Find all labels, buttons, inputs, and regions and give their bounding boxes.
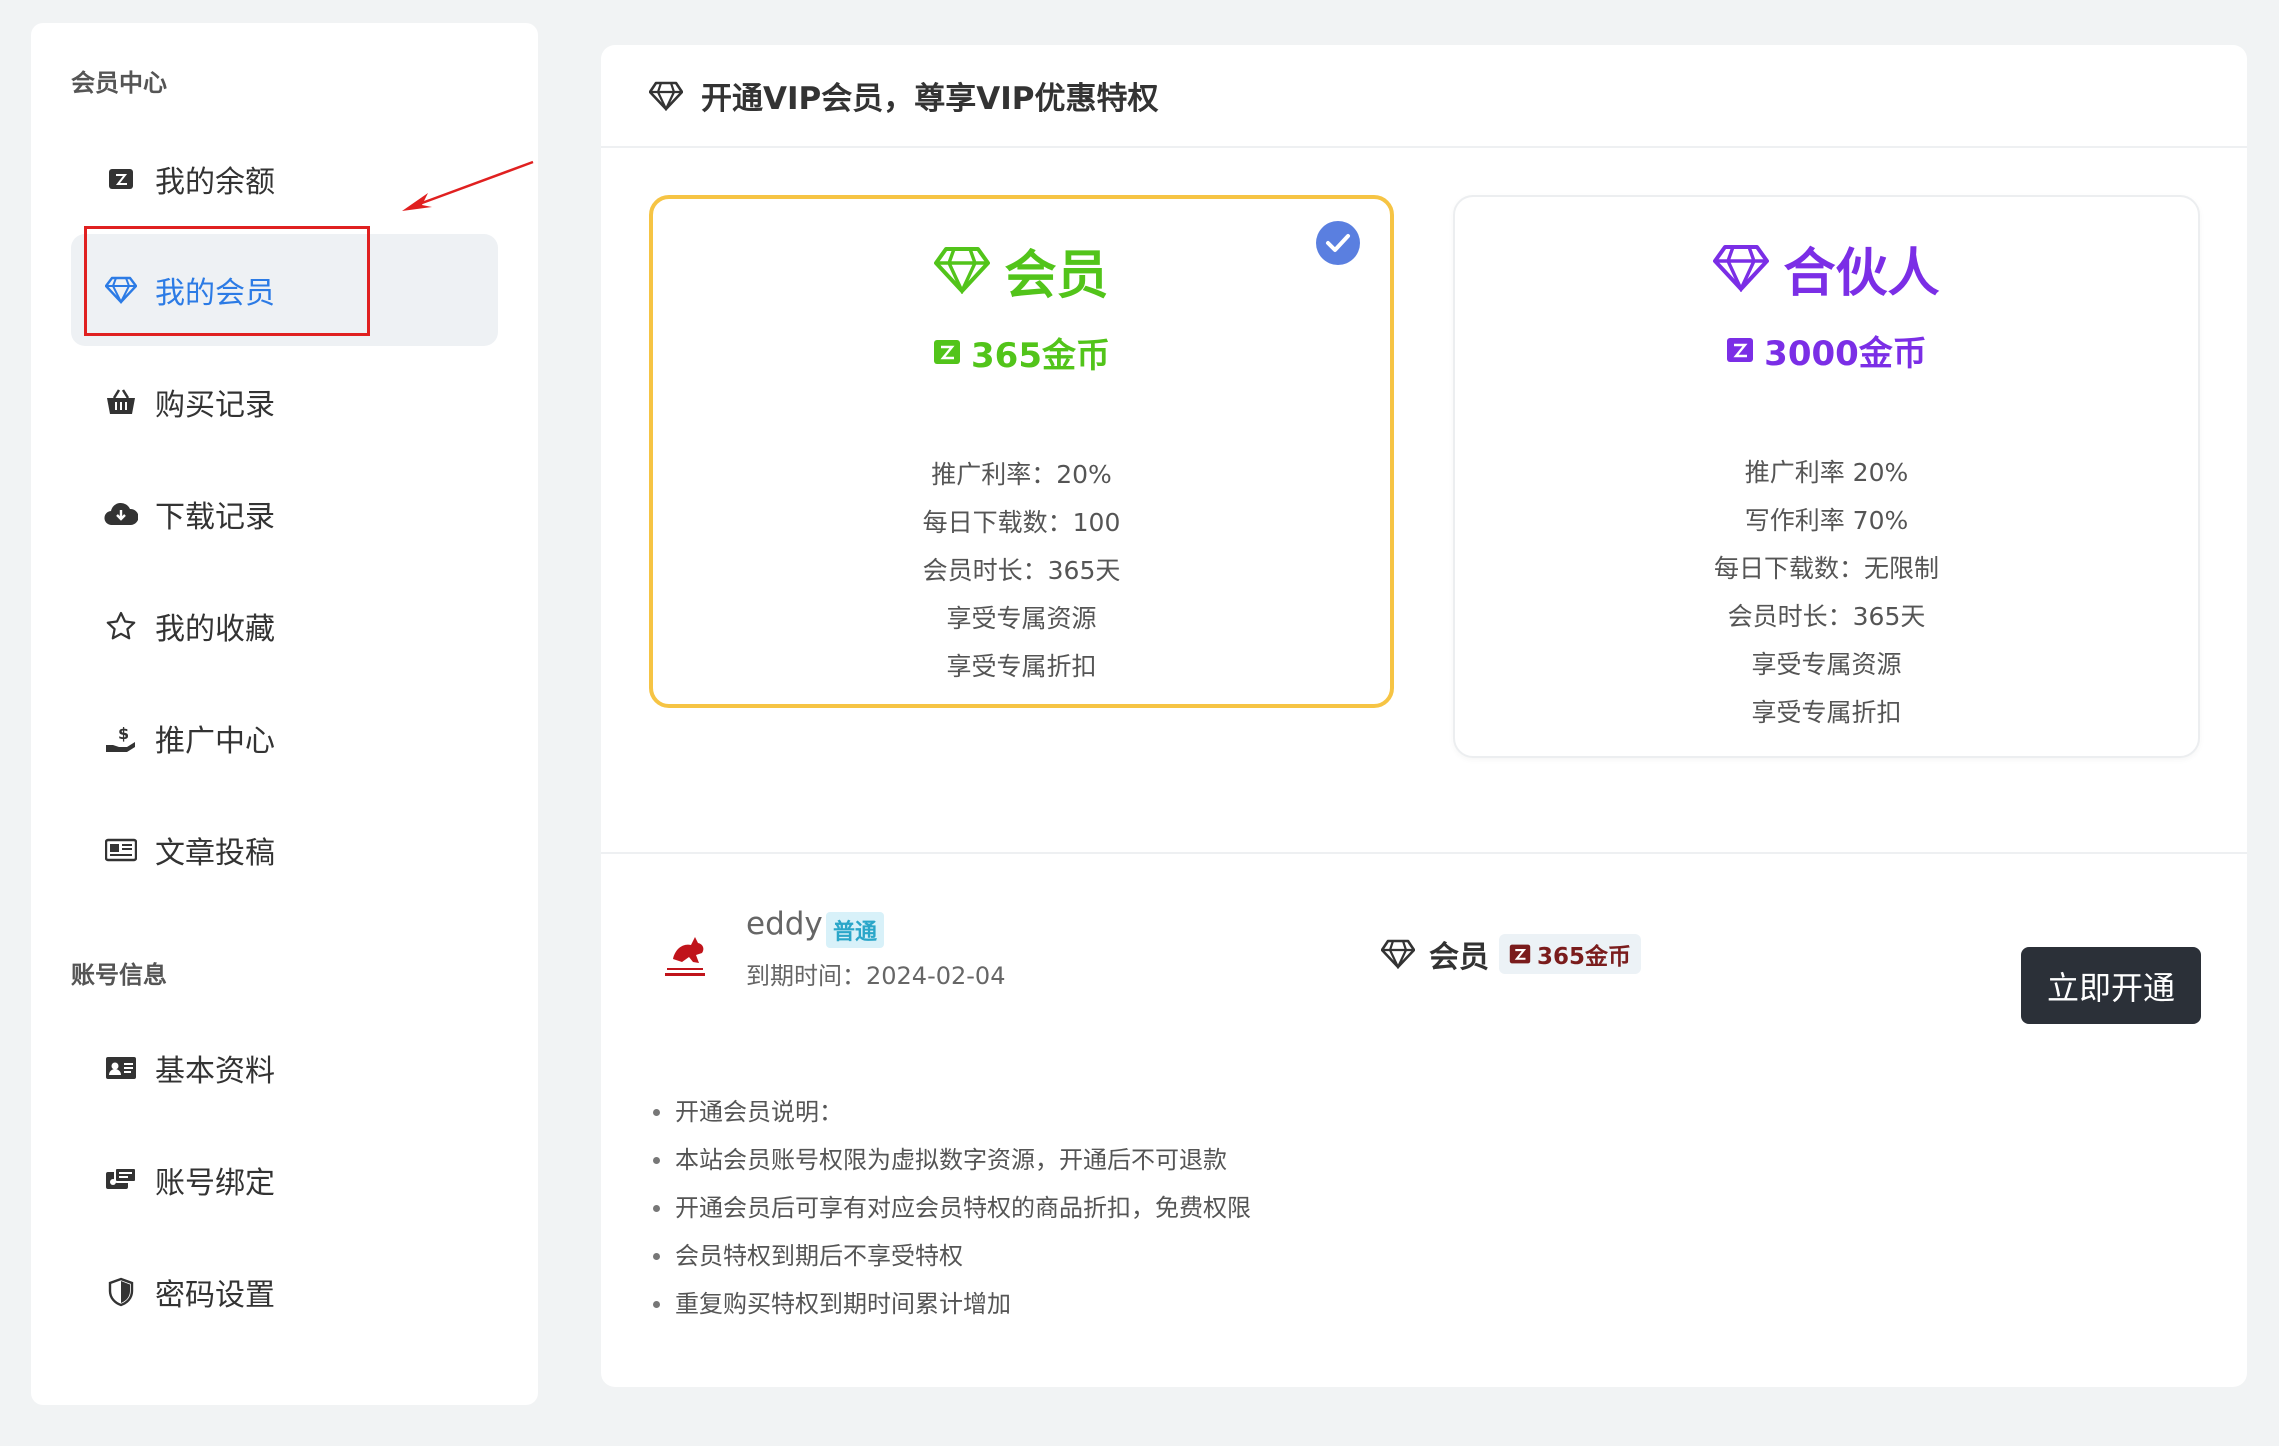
activate-now-button[interactable]: 立即开通 [2021, 947, 2201, 1024]
sidebar-item-label: 文章投稿 [155, 836, 275, 871]
sidebar-item-submit-article[interactable]: 文章投稿 [71, 794, 498, 906]
diamond-icon [649, 81, 683, 111]
plan-features: 推广利率：20% 每日下载数：100 会员时长：365天 享受专属资源 享受专属… [653, 451, 1390, 691]
list-item: 本站会员账号权限为虚拟数字资源，开通后不可退款 [649, 1136, 1251, 1184]
plan-feature: 推广利率 20% [1744, 458, 1909, 487]
user-level-badge: 普通 [826, 912, 885, 948]
avatar [649, 920, 721, 992]
sidebar-item-profile[interactable]: 基本资料 [71, 1012, 498, 1124]
plan-price: 365金币 [971, 335, 1110, 376]
plan-feature: 会员时长：365天 [922, 556, 1121, 585]
main-header: 开通VIP会员，尊享VIP优惠特权 [601, 45, 2247, 148]
star-icon [101, 611, 141, 641]
plan-feature: 享受专属资源 [1751, 650, 1902, 679]
basket-icon [101, 388, 141, 416]
sidebar-item-label: 密码设置 [155, 1278, 275, 1313]
sidebar-item-label: 推广中心 [155, 724, 275, 759]
user-name: eddy [746, 906, 823, 942]
page-title: 开通VIP会员，尊享VIP优惠特权 [701, 81, 1159, 117]
selected-plan-price-tag: 365金币 [1499, 934, 1642, 974]
sidebar-item-favorites[interactable]: 我的收藏 [71, 570, 498, 682]
plan-feature: 每日下载数：无限制 [1713, 554, 1939, 583]
sidebar-item-label: 基本资料 [155, 1054, 275, 1089]
diamond-icon [1713, 244, 1770, 292]
annotation-arrow [402, 160, 534, 211]
plan-price-row: 365金币 [653, 327, 1390, 377]
plan-name-row: 会员 [653, 235, 1390, 306]
plan-features: 推广利率 20% 写作利率 70% 每日下载数：无限制 会员时长：365天 享受… [1455, 449, 2198, 737]
plan-feature: 推广利率：20% [931, 460, 1112, 489]
id-card-icon [101, 1056, 141, 1080]
diamond-icon [1381, 939, 1415, 969]
coin-icon [933, 338, 961, 366]
plan-feature: 会员时长：365天 [1727, 602, 1926, 631]
diamond-icon [934, 246, 991, 294]
membership-notes: 开通会员说明： 本站会员账号权限为虚拟数字资源，开通后不可退款 开通会员后可享有… [649, 1088, 1251, 1328]
plan-feature: 写作利率 70% [1744, 506, 1909, 535]
plan-price: 3000金币 [1764, 333, 1927, 374]
user-expire-date: 到期时间：2024-02-04 [746, 962, 1006, 990]
list-item: 重复购买特权到期时间累计增加 [649, 1280, 1251, 1328]
plan-price-row: 3000金币 [1455, 325, 2198, 375]
plan-feature: 享受专属折扣 [1751, 698, 1902, 727]
section-title-account: 账号信息 [71, 961, 167, 989]
plan-name: 合伙人 [1783, 243, 1940, 304]
newspaper-icon [101, 838, 141, 862]
plan-name: 会员 [1004, 245, 1109, 306]
user-summary: eddy 普通 到期时间：2024-02-04 会员 365金币 立即开通 [649, 900, 2201, 1024]
plan-feature: 每日下载数：100 [922, 508, 1121, 537]
selected-plan-name: 会员 [1429, 940, 1489, 975]
sidebar-item-password[interactable]: 密码设置 [71, 1236, 498, 1348]
sidebar-item-account-binding[interactable]: 账号绑定 [71, 1124, 498, 1236]
sidebar-item-label: 我的收藏 [155, 612, 275, 647]
selected-plan-summary: 会员 365金币 [1381, 926, 1642, 982]
list-item: 开通会员后可享有对应会员特权的商品折扣，免费权限 [649, 1184, 1251, 1232]
coin-icon [1726, 336, 1754, 364]
hand-dollar-icon: $ [101, 723, 141, 753]
shield-icon [101, 1277, 141, 1307]
account-link-icon [101, 1166, 141, 1194]
sidebar-item-downloads[interactable]: 下载记录 [71, 458, 498, 570]
sidebar-item-promotion[interactable]: $ 推广中心 [71, 682, 498, 794]
main-panel: 开通VIP会员，尊享VIP优惠特权 会员 365金币 推广利率：20% 每日下载… [601, 45, 2247, 1387]
divider [601, 852, 2247, 854]
svg-text:$: $ [118, 724, 129, 743]
list-item: 会员特权到期后不享受特权 [649, 1232, 1251, 1280]
cloud-download-icon [101, 501, 141, 527]
plan-name-row: 合伙人 [1455, 233, 2198, 304]
list-item: 开通会员说明： [649, 1088, 1251, 1136]
section-title-member: 会员中心 [71, 69, 167, 97]
sidebar-item-label: 账号绑定 [155, 1166, 275, 1201]
sidebar-item-label: 我的余额 [155, 165, 275, 200]
sidebar-item-purchases[interactable]: 购买记录 [71, 346, 498, 458]
selected-plan-price: 365金币 [1537, 944, 1632, 970]
sidebar-item-label: 下载记录 [155, 500, 275, 535]
annotation-highlight-box [84, 226, 370, 336]
sidebar-item-label: 购买记录 [155, 388, 275, 423]
plan-card-member[interactable]: 会员 365金币 推广利率：20% 每日下载数：100 会员时长：365天 享受… [649, 195, 1394, 708]
coin-icon [1509, 943, 1531, 965]
wallet-icon [101, 166, 141, 192]
plan-feature: 享受专属折扣 [946, 652, 1097, 681]
plan-feature: 享受专属资源 [946, 604, 1097, 633]
plan-card-partner[interactable]: 合伙人 3000金币 推广利率 20% 写作利率 70% 每日下载数：无限制 会… [1453, 195, 2200, 758]
